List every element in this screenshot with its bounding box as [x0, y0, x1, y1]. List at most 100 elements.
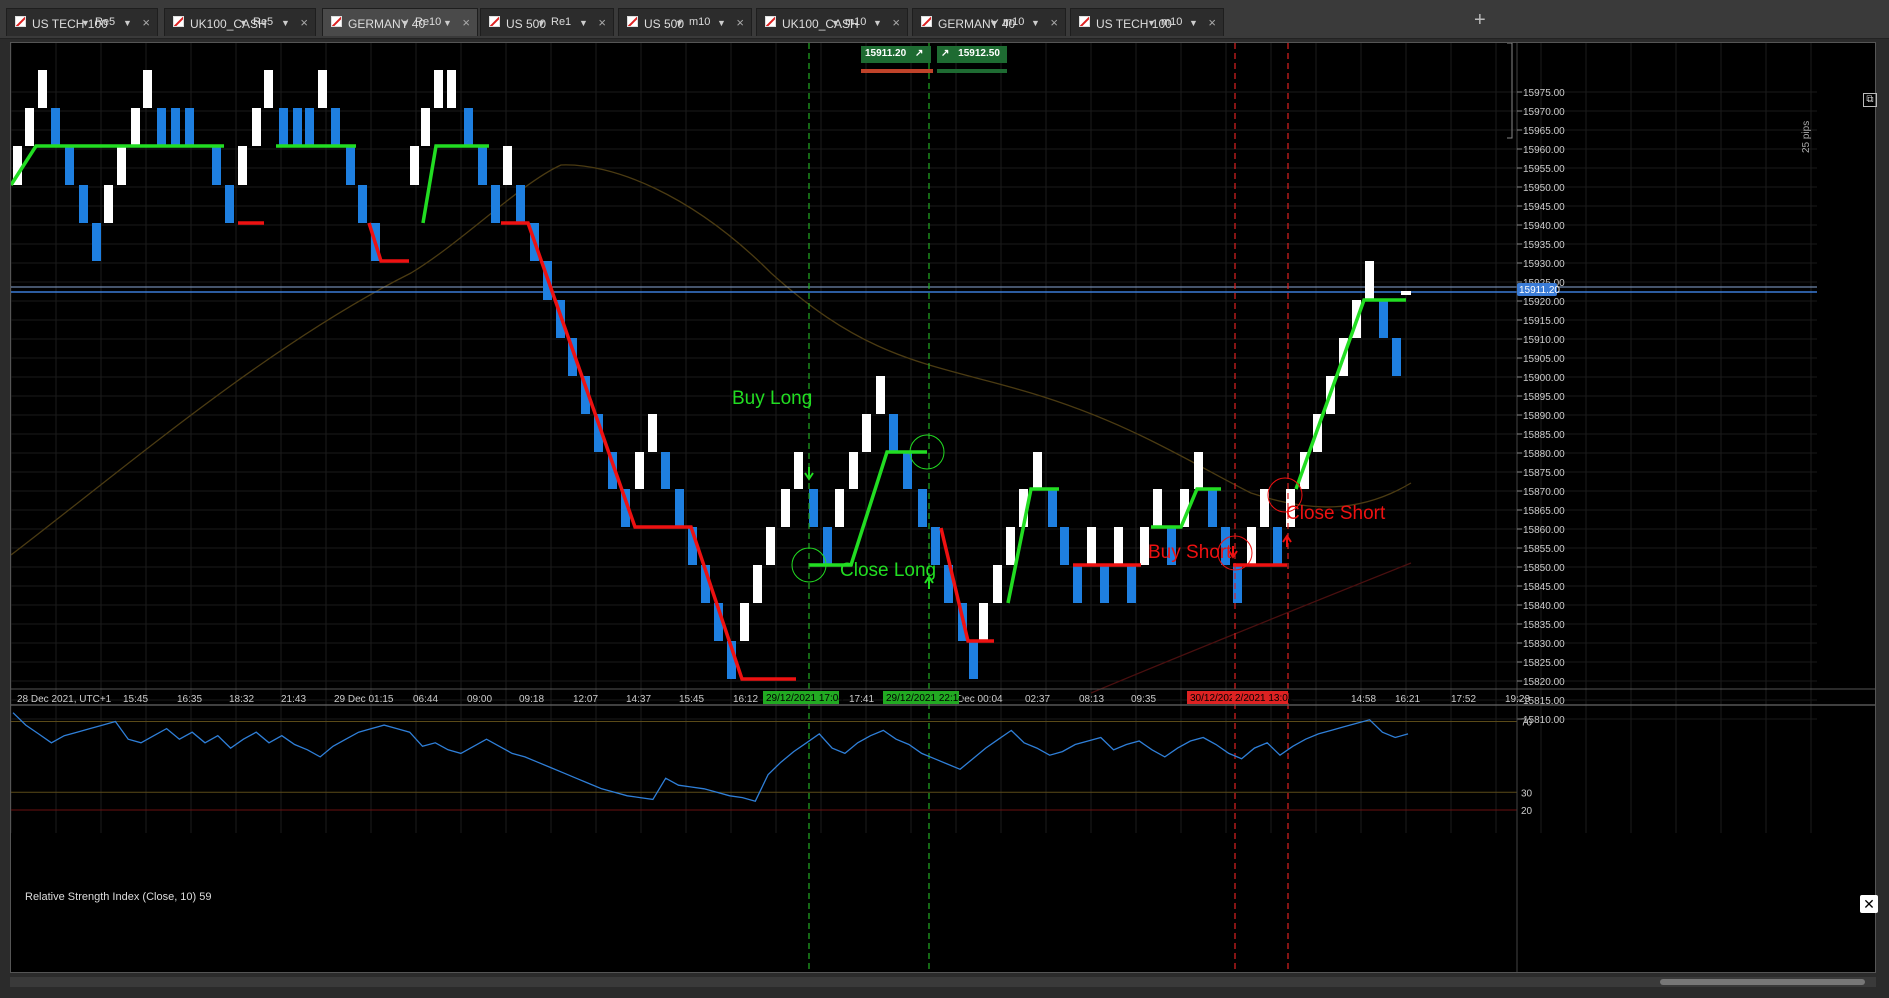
time-axis-label: 21:43	[281, 694, 306, 705]
time-axis-label: 14:58	[1351, 694, 1376, 705]
symbol-dropdown-icon[interactable]: ▼	[675, 18, 684, 28]
timeframe-dropdown-icon[interactable]: ▼	[717, 18, 726, 28]
price-axis-label: 15955.00	[1523, 164, 1565, 175]
renko-brick	[1233, 565, 1242, 603]
horizontal-scrollbar[interactable]	[10, 977, 1876, 987]
renko-brick	[849, 452, 858, 489]
price-axis-label: 15970.00	[1523, 107, 1565, 118]
time-marker-label: 29/12/2021 17:04	[766, 693, 844, 704]
sell-price-button[interactable]: 15911.20 ↗	[861, 46, 931, 63]
symbol-dropdown-icon[interactable]: ▼	[239, 18, 248, 28]
timeframe-dropdown-icon[interactable]: ▼	[281, 18, 290, 28]
chart-area[interactable]: Buy Long Close Long Buy Short Close Short 15…	[10, 42, 1878, 973]
timeframe-dropdown-icon[interactable]: ▼	[443, 18, 452, 28]
close-tab-icon[interactable]: ×	[598, 15, 606, 30]
timeframe-dropdown-icon[interactable]: ▼	[873, 18, 882, 28]
symbol-dropdown-icon[interactable]: ▼	[831, 18, 840, 28]
symbol-dropdown-icon[interactable]: ▼	[537, 18, 546, 28]
close-tab-icon[interactable]: ×	[736, 15, 744, 30]
close-tab-icon[interactable]: ×	[892, 15, 900, 30]
chart-canvas[interactable]: Buy Long Close Long Buy Short Close Short 15…	[11, 43, 1875, 972]
time-axis-label: 15:45	[123, 694, 148, 705]
buy-short-label: Buy Short	[1148, 542, 1232, 563]
renko-brick	[79, 185, 88, 223]
price-axis-label: 15935.00	[1523, 240, 1565, 251]
close-tab-icon[interactable]: ×	[300, 15, 308, 30]
buy-price-button[interactable]: ↗ 15912.50	[937, 46, 1007, 63]
time-axis-label: 09:35	[1131, 694, 1156, 705]
tab-us-tech-100[interactable]: US TECH 100 ▼ Re5 ▼ ×	[6, 8, 158, 36]
chart-settings-icon[interactable]: ⧉	[1863, 93, 1877, 107]
tab-germany-40[interactable]: GERMANY 40 ▼ Re10 ▼ ×	[322, 8, 478, 36]
renko-brick	[516, 185, 525, 223]
instrument-flag-icon	[627, 16, 638, 27]
price-axis-label: 15965.00	[1523, 126, 1565, 137]
renko-brick	[648, 414, 657, 452]
sell-price: 15911.20	[865, 48, 907, 59]
renko-brick	[117, 146, 126, 185]
time-axis-label: 28 Dec 2021, UTC+1	[17, 694, 112, 705]
time-axis-label: 12:07	[573, 694, 598, 705]
close-long-label: Close Long	[840, 560, 936, 581]
renko-brick	[1100, 565, 1109, 603]
renko-brick	[862, 414, 871, 452]
close-tab-icon[interactable]: ×	[1208, 15, 1216, 30]
close-tab-icon[interactable]: ×	[1050, 15, 1058, 30]
time-axis-label: Dec 00:04	[957, 694, 1003, 705]
close-tab-icon[interactable]: ×	[462, 15, 470, 30]
renko-brick	[1073, 565, 1082, 603]
timeframe-dropdown-icon[interactable]: ▼	[579, 18, 588, 28]
time-axis-label: 02:37	[1025, 694, 1050, 705]
timeframe-label[interactable]: Re5	[253, 16, 273, 28]
symbol-dropdown-icon[interactable]: ▼	[401, 18, 410, 28]
tab-label: GERMANY 40	[348, 17, 426, 31]
rsi-level-label: 20	[1521, 806, 1533, 817]
renko-brick	[1006, 527, 1015, 565]
close-tab-icon[interactable]: ×	[142, 15, 150, 30]
timeframe-label[interactable]: Re5	[95, 16, 115, 28]
symbol-dropdown-icon[interactable]: ▼	[1147, 18, 1156, 28]
renko-brick	[358, 185, 367, 223]
timeframe-label[interactable]: m10	[845, 16, 866, 28]
instrument-flag-icon	[765, 16, 776, 27]
timeframe-label[interactable]: m10	[1161, 16, 1182, 28]
price-axis-label: 15865.00	[1523, 506, 1565, 517]
scrollbar-thumb[interactable]	[1660, 979, 1865, 985]
symbol-dropdown-icon[interactable]: ▼	[81, 18, 90, 28]
renko-brick	[876, 376, 885, 414]
tab-us-500[interactable]: US 500 ▼ m10 ▼ ×	[618, 8, 752, 36]
timeframe-label[interactable]: m10	[689, 16, 710, 28]
symbol-dropdown-icon[interactable]: ▼	[989, 18, 998, 28]
renko-brick	[503, 146, 512, 185]
price-axis-label: 15820.00	[1523, 677, 1565, 688]
renko-brick	[1060, 527, 1069, 565]
rsi-close-icon[interactable]: ✕	[1860, 895, 1878, 913]
timeframe-dropdown-icon[interactable]: ▼	[1031, 18, 1040, 28]
price-axis-label: 15905.00	[1523, 354, 1565, 365]
renko-brick	[1273, 527, 1282, 565]
buy-long-label: Buy Long	[732, 388, 812, 409]
renko-brick	[1087, 527, 1096, 565]
tab-uk100-cash[interactable]: UK100_CASH ▼ Re5 ▼ ×	[164, 8, 316, 36]
renko-brick	[835, 489, 844, 527]
price-axis-label: 15910.00	[1523, 335, 1565, 346]
timeframe-dropdown-icon[interactable]: ▼	[123, 18, 132, 28]
renko-brick	[293, 108, 302, 146]
renko-brick	[781, 489, 790, 527]
instrument-flag-icon	[1079, 16, 1090, 27]
renko-brick	[1392, 338, 1401, 376]
tab-us-tech-100[interactable]: US TECH 100 ▼ m10 ▼ ×	[1070, 8, 1224, 36]
timeframe-label[interactable]: Re1	[551, 16, 571, 28]
timeframe-label[interactable]: Re10	[415, 16, 441, 28]
tab-uk100-cash[interactable]: UK100_CASH ▼ m10 ▼ ×	[756, 8, 908, 36]
timeframe-label[interactable]: m10	[1003, 16, 1024, 28]
tab-germany-40[interactable]: GERMANY 40 ▼ m10 ▼ ×	[912, 8, 1066, 36]
price-axis-label: 15860.00	[1523, 525, 1565, 536]
timeframe-dropdown-icon[interactable]: ▼	[1189, 18, 1198, 28]
rsi-indicator-title: Relative Strength Index (Close, 10) 59	[25, 891, 212, 903]
tab-us-500[interactable]: US 500 ▼ Re1 ▼ ×	[480, 8, 614, 36]
renko-brick	[1247, 527, 1256, 565]
add-tab-icon[interactable]: +	[1474, 9, 1486, 32]
price-axis-label: 15825.00	[1523, 658, 1565, 669]
renko-brick	[65, 146, 74, 185]
